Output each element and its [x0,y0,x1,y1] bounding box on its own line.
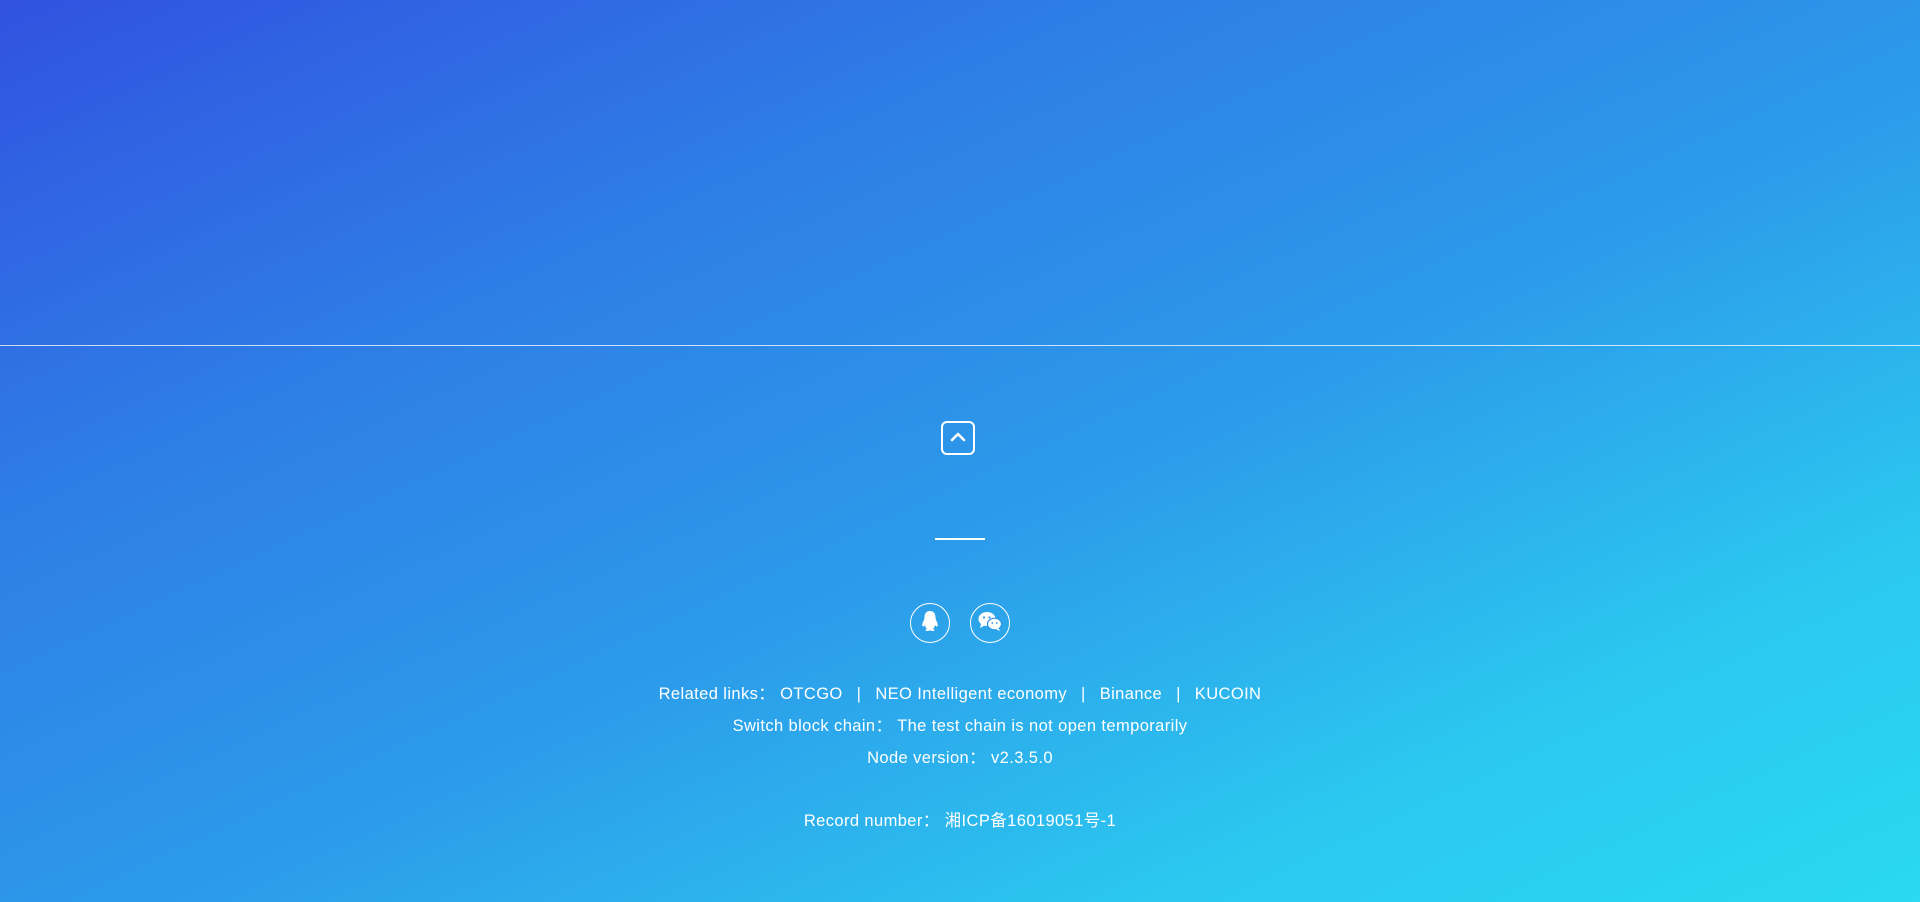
record-number-row: Record number： 湘ICP备16019051号-1 [0,811,1920,831]
qq-button[interactable] [910,603,950,643]
node-version-label: Node version： [867,749,986,767]
related-links-row: Related links： OTCGO | NEO Intelligent e… [0,684,1920,704]
link-kucoin[interactable]: KUCOIN [1195,685,1262,703]
wechat-icon [977,610,1003,637]
switch-chain-label: Switch block chain： [732,717,893,735]
link-binance[interactable]: Binance [1100,685,1162,703]
link-separator: | [856,685,862,703]
switch-chain-row: Switch block chain： The test chain is no… [0,716,1920,736]
link-otcgo[interactable]: OTCGO [780,685,843,703]
back-to-top-button[interactable] [941,421,975,455]
qq-penguin-icon [920,610,940,637]
footer-short-rule [935,538,985,540]
chevron-up-icon [950,429,966,447]
record-number-label: Record number： [803,812,940,830]
section-divider [0,345,1920,346]
wechat-button[interactable] [970,603,1010,643]
node-version-value: v2.3.5.0 [990,749,1053,767]
related-links-label: Related links： [658,685,776,703]
link-neo-intelligent-economy[interactable]: NEO Intelligent economy [875,685,1067,703]
link-separator: | [1081,685,1086,703]
social-links [910,603,1010,643]
switch-chain-value: The test chain is not open temporarily [897,717,1188,735]
record-number-value[interactable]: 湘ICP备16019051号-1 [945,812,1117,830]
link-separator: | [1176,685,1181,703]
node-version-row: Node version： v2.3.5.0 [0,748,1920,768]
